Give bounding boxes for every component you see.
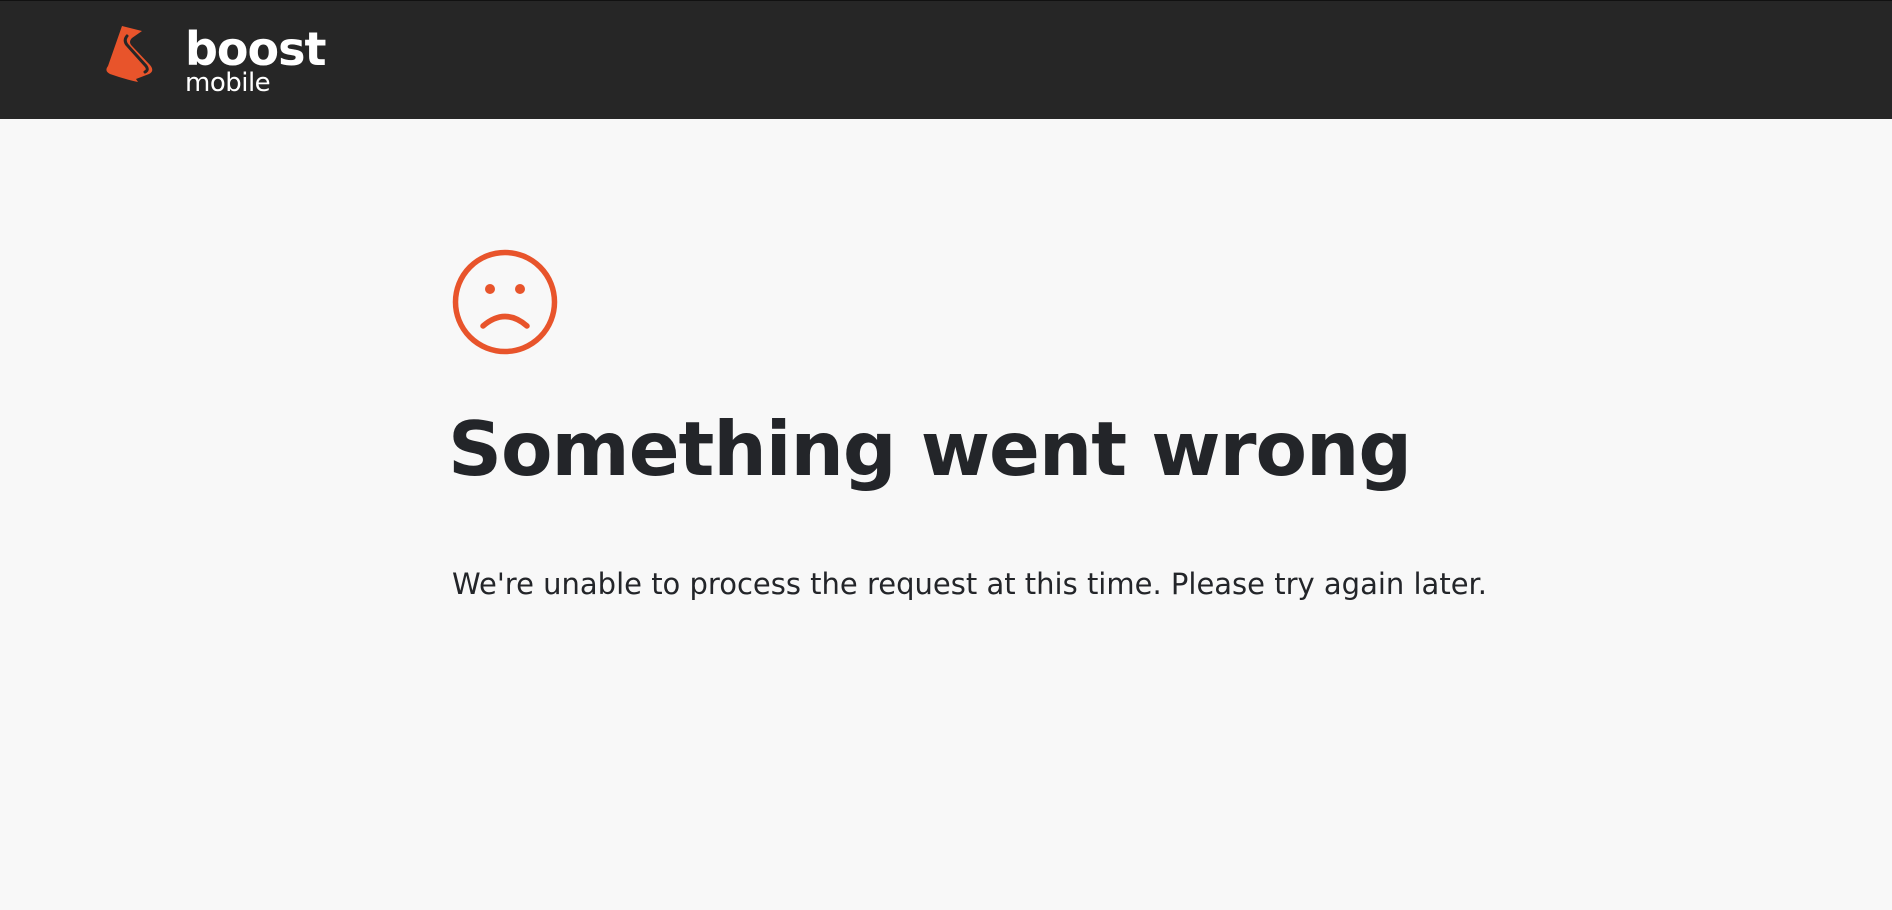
error-message: We're unable to process the request at t… [452,567,1488,601]
logo-subtitle: mobile [185,68,270,98]
boost-mobile-logo[interactable]: boost mobile [104,23,349,99]
top-header-bar: boost mobile [0,0,1892,119]
sad-face-icon [452,249,558,355]
error-content: Something went wrong We're unable to pro… [448,249,1752,601]
error-title: Something went wrong [448,405,1412,493]
boost-logo-mark-icon [106,26,153,82]
